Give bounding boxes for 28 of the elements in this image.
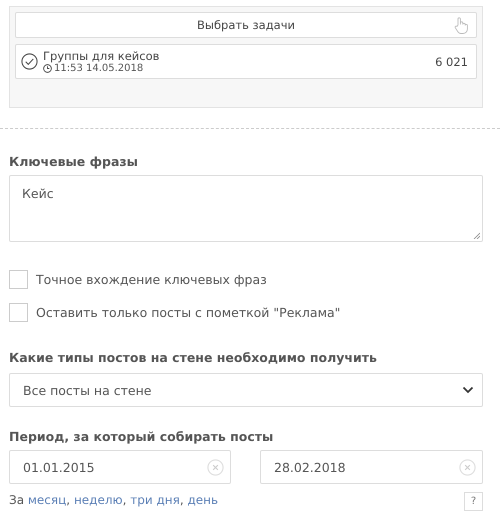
- period-link[interactable]: день: [188, 492, 218, 506]
- period-link[interactable]: месяц: [28, 492, 66, 506]
- clock-icon: [43, 64, 52, 72]
- task-count: 6 021: [435, 54, 468, 68]
- field-label: Какие типы постов на стене необходимо получить: [9, 350, 378, 365]
- date-to-field[interactable]: 28.02.2018: [260, 450, 483, 484]
- field-label: Ключевые фразы: [9, 154, 139, 169]
- task-title: Группы для кейсов: [43, 50, 160, 62]
- field-label: Период, за который собирать посты: [9, 429, 274, 444]
- select-tasks-button[interactable]: Выбрать задачи: [15, 12, 477, 38]
- clear-icon[interactable]: [459, 458, 476, 476]
- hand-pointer-icon: [454, 17, 468, 34]
- task-item[interactable]: Группы для кейсов 11:53 14.05.2018 6 021: [15, 44, 477, 79]
- clear-icon[interactable]: [207, 458, 224, 476]
- period-shortcuts: За месяц, неделю, три дня, день: [9, 492, 218, 506]
- task-time: 11:53 14.05.2018: [54, 62, 144, 74]
- checkbox-label: Оставить только посты с пометкой "Реклама": [36, 305, 340, 320]
- help-button[interactable]: ?: [464, 492, 483, 511]
- resize-grip-icon[interactable]: [473, 232, 480, 239]
- post-type-dropdown[interactable]: Все посты на стене: [9, 373, 483, 407]
- period-link[interactable]: неделю: [74, 492, 123, 506]
- period-link[interactable]: три дня: [130, 492, 180, 506]
- keywords-field[interactable]: Кейс: [9, 175, 483, 242]
- checkbox[interactable]: [9, 270, 28, 289]
- date-from-field[interactable]: 01.01.2015: [9, 450, 231, 484]
- chevron-down-icon: [462, 386, 474, 394]
- checkbox-label: Точное вхождение ключевых фраз: [36, 272, 267, 287]
- checkbox[interactable]: [9, 303, 28, 322]
